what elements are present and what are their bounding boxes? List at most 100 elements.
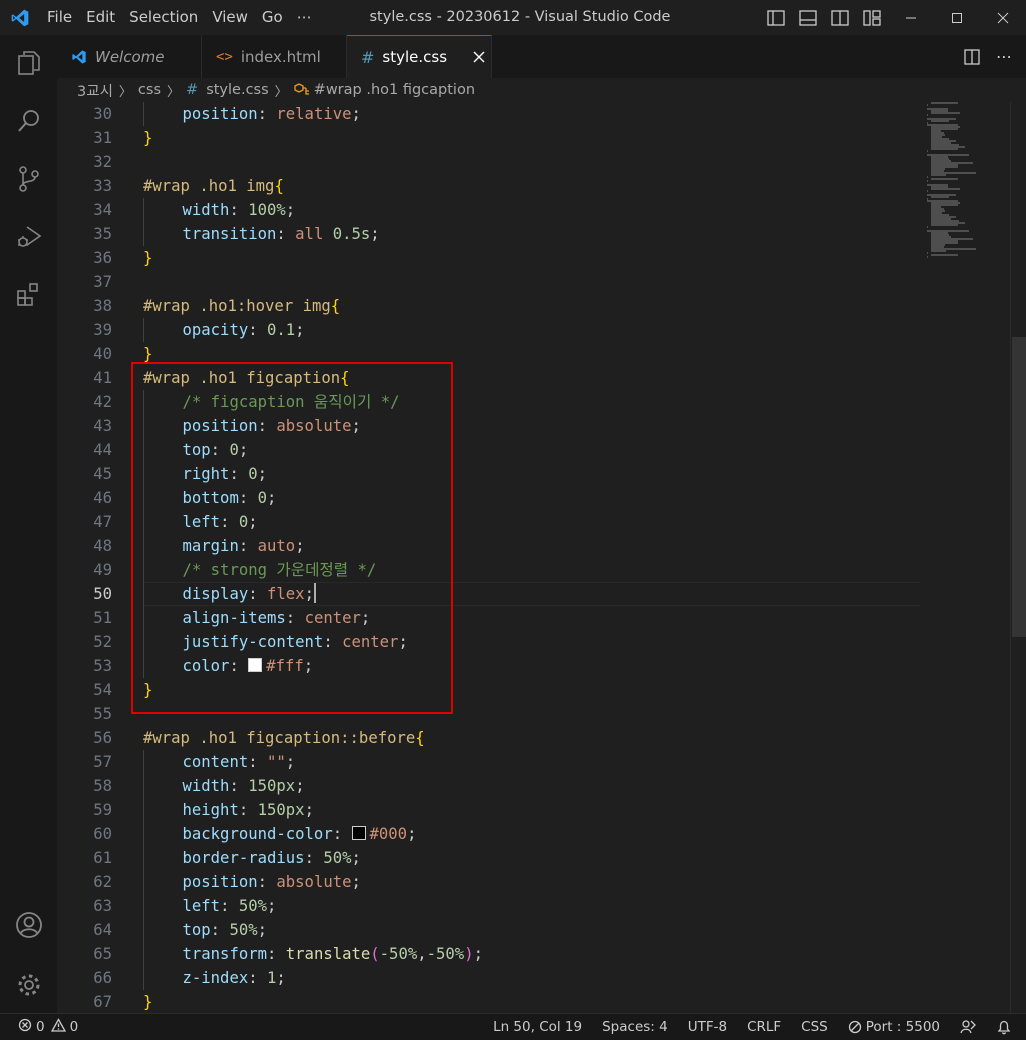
toggle-secondary-sidebar-icon[interactable]: [824, 0, 856, 35]
code-line[interactable]: 46 bottom: 0;: [57, 486, 927, 510]
code-token: }: [143, 345, 153, 363]
language-mode[interactable]: CSS: [791, 1019, 838, 1035]
line-number: 43: [93, 417, 112, 435]
problems-indicator[interactable]: 0 0: [18, 1018, 88, 1036]
feedback-icon[interactable]: [950, 1019, 986, 1035]
code-line[interactable]: 58 width: 150px;: [57, 774, 927, 798]
explorer-icon[interactable]: [0, 39, 57, 87]
color-swatch-icon[interactable]: [351, 826, 366, 840]
maximize-icon[interactable]: [934, 0, 980, 35]
code-token: height: [182, 801, 239, 819]
code-line[interactable]: 31}: [57, 126, 927, 150]
code-text: #wrap .ho1 img{: [143, 174, 284, 198]
vertical-scrollbar[interactable]: [1010, 102, 1026, 1013]
code-line[interactable]: 50 display: flex;: [57, 582, 927, 606]
toggle-panel-icon[interactable]: [792, 0, 824, 35]
code-line[interactable]: 48 margin: auto;: [57, 534, 927, 558]
breadcrumb-file[interactable]: style.css: [206, 82, 268, 98]
menu-view[interactable]: View: [205, 0, 255, 35]
tab-index-html[interactable]: <> index.html: [202, 35, 347, 78]
code-line[interactable]: 35 transition: all 0.5s;: [57, 222, 927, 246]
code-token: :: [257, 105, 277, 123]
code-line[interactable]: 54}: [57, 678, 927, 702]
toggle-primary-sidebar-icon[interactable]: [760, 0, 792, 35]
code-line[interactable]: 44 top: 0;: [57, 438, 927, 462]
code-token: transform: [182, 945, 268, 963]
code-line[interactable]: 56 #wrap .ho1 figcaption::before{: [57, 726, 927, 750]
code-token: #wrap .ho1:hover img: [143, 297, 331, 315]
code-line[interactable]: 51 align-items: center;: [57, 606, 927, 630]
code-line[interactable]: 65 transform: translate(-50%,-50%);: [57, 942, 927, 966]
code-line[interactable]: 38 #wrap .ho1:hover img{: [57, 294, 927, 318]
code-line[interactable]: 60 background-color: #000;: [57, 822, 927, 846]
chevron-right-icon: 〉: [274, 84, 288, 100]
code-line[interactable]: 36}: [57, 246, 927, 270]
breadcrumb-css-folder[interactable]: css: [138, 82, 161, 98]
code-line[interactable]: 45 right: 0;: [57, 462, 927, 486]
indent-guide: [143, 534, 144, 558]
manage-gear-icon[interactable]: [0, 961, 57, 1009]
code-line[interactable]: 52 justify-content: center;: [57, 630, 927, 654]
breadcrumb-folder[interactable]: 3교시: [77, 80, 113, 101]
code-line[interactable]: 63 left: 50%;: [57, 894, 927, 918]
line-number: 46: [93, 489, 112, 507]
code-line[interactable]: 66 z-index: 1;: [57, 966, 927, 990]
code-line[interactable]: 37: [57, 270, 927, 294]
end-of-line[interactable]: CRLF: [737, 1019, 791, 1035]
code-line[interactable]: 41 #wrap .ho1 figcaption{: [57, 366, 927, 390]
menu-file[interactable]: File: [40, 0, 79, 35]
source-control-icon[interactable]: [0, 155, 57, 203]
code-line[interactable]: 39 opacity: 0.1;: [57, 318, 927, 342]
code-text: }: [143, 678, 152, 702]
breadcrumb-selector[interactable]: #wrap .ho1 figcaption: [314, 82, 475, 98]
code-line[interactable]: 57 content: "";: [57, 750, 927, 774]
indentation[interactable]: Spaces: 4: [592, 1019, 678, 1035]
encoding[interactable]: UTF-8: [678, 1019, 737, 1035]
code-line[interactable]: 49 /* strong 가운데정렬 */: [57, 558, 927, 582]
close-tab-icon[interactable]: [473, 51, 485, 63]
account-icon[interactable]: [0, 901, 57, 949]
code-editor[interactable]: 30 position: relative; 31} 32 33 #wrap .ho1 i…: [57, 102, 1026, 1013]
color-swatch-icon[interactable]: [248, 658, 263, 672]
code-line[interactable]: 34 width: 100%;: [57, 198, 927, 222]
minimap-line: [931, 254, 958, 256]
search-icon[interactable]: [0, 97, 57, 145]
more-actions-icon[interactable]: ⋯: [988, 39, 1020, 74]
code-line[interactable]: 55: [57, 702, 927, 726]
code-line[interactable]: 43 position: absolute;: [57, 414, 927, 438]
live-server-port[interactable]: Port : 5500: [838, 1019, 950, 1035]
minimap[interactable]: [927, 102, 1007, 262]
cursor-position[interactable]: Ln 50, Col 19: [483, 1019, 592, 1035]
code-line[interactable]: 40}: [57, 342, 927, 366]
customize-layout-icon[interactable]: [856, 0, 888, 35]
code-line[interactable]: 42 /* figcaption 움직이기 */: [57, 390, 927, 414]
close-window-icon[interactable]: [980, 0, 1026, 35]
code-token: }: [143, 129, 153, 147]
code-line[interactable]: 32: [57, 150, 927, 174]
code-line[interactable]: 62 position: absolute;: [57, 870, 927, 894]
code-line[interactable]: 61 border-radius: 50%;: [57, 846, 927, 870]
code-token: right: [182, 465, 230, 483]
run-and-debug-icon[interactable]: [0, 213, 57, 261]
code-line[interactable]: 59 height: 150px;: [57, 798, 927, 822]
notifications-bell-icon[interactable]: [986, 1019, 1026, 1035]
code-line[interactable]: 64 top: 50%;: [57, 918, 927, 942]
menu-edit[interactable]: Edit: [79, 0, 122, 35]
code-token: {: [274, 177, 284, 195]
extensions-icon[interactable]: [0, 271, 57, 319]
code-line[interactable]: 67}: [57, 990, 927, 1013]
tab-style-css[interactable]: # style.css: [347, 35, 492, 78]
menu-go[interactable]: Go: [255, 0, 290, 35]
menu-selection[interactable]: Selection: [122, 0, 205, 35]
scrollbar-thumb[interactable]: [1012, 337, 1026, 637]
code-line[interactable]: 53 color: #fff;: [57, 654, 927, 678]
code-token: center: [342, 633, 399, 651]
code-token: ;: [407, 825, 417, 843]
minimize-icon[interactable]: [888, 0, 934, 35]
code-line[interactable]: 30 position: relative;: [57, 102, 927, 126]
code-line[interactable]: 33 #wrap .ho1 img{: [57, 174, 927, 198]
tab-welcome[interactable]: Welcome: [57, 35, 202, 78]
code-line[interactable]: 47 left: 0;: [57, 510, 927, 534]
code-text: }: [143, 342, 152, 366]
split-editor-icon[interactable]: [956, 39, 988, 74]
